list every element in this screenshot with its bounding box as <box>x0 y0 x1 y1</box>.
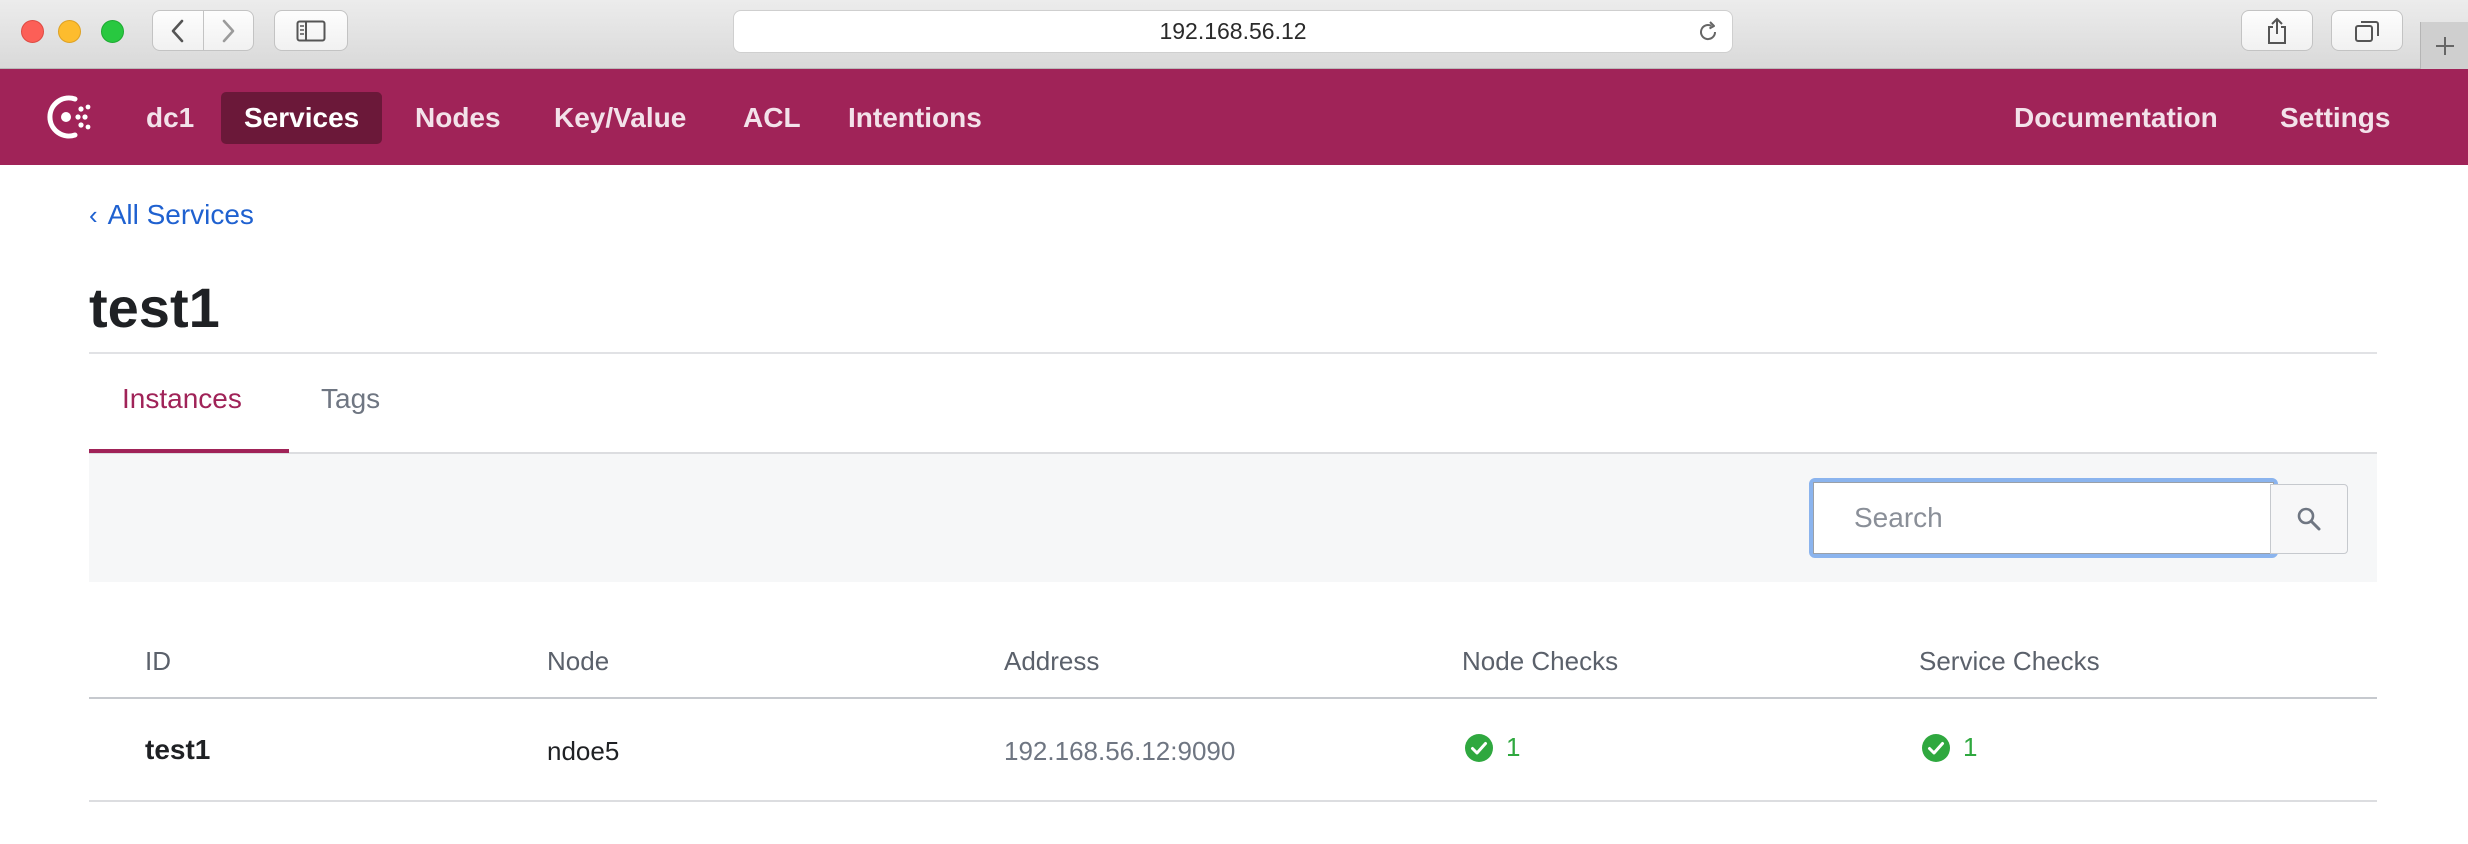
chevron-left-icon <box>171 19 184 42</box>
forward-button[interactable] <box>202 11 254 50</box>
window-close-button[interactable] <box>21 20 44 43</box>
history-navigation <box>152 10 254 51</box>
search-input[interactable] <box>1813 482 2274 554</box>
chevron-left-icon: ‹ <box>89 200 98 230</box>
divider <box>89 800 2377 802</box>
sidebar-toggle-button[interactable] <box>274 10 348 51</box>
check-circle-icon <box>1465 733 1493 762</box>
column-header-service-checks[interactable]: Service Checks <box>1919 646 2100 677</box>
datacenter-selector[interactable]: dc1 <box>146 92 194 144</box>
instance-node: ndoe5 <box>547 736 620 766</box>
tab-tags[interactable]: Tags <box>321 383 380 415</box>
divider <box>89 697 2377 699</box>
nav-item-intentions[interactable]: Intentions <box>848 92 982 144</box>
nav-item-key-value[interactable]: Key/Value <box>554 92 686 144</box>
nav-item-documentation[interactable]: Documentation <box>2014 92 2218 144</box>
sidebar-icon <box>296 20 326 41</box>
node-checks-count: 1 <box>1506 732 1521 762</box>
share-icon <box>2268 17 2286 44</box>
column-header-node[interactable]: Node <box>547 646 609 677</box>
chevron-right-icon <box>222 19 235 42</box>
nav-item-settings[interactable]: Settings <box>2280 92 2390 144</box>
instance-id[interactable]: test1 <box>145 734 210 766</box>
page-title: test1 <box>89 276 220 339</box>
instance-address: 192.168.56.12:9090 <box>1004 736 1236 766</box>
check-circle-icon <box>1922 733 1950 762</box>
share-button[interactable] <box>2241 10 2313 51</box>
column-header-node-checks[interactable]: Node Checks <box>1462 646 1618 677</box>
column-header-address[interactable]: Address <box>1004 646 1099 677</box>
url-text: 192.168.56.12 <box>1159 18 1307 44</box>
nav-item-acl[interactable]: ACL <box>743 92 801 144</box>
divider <box>89 352 2377 354</box>
breadcrumb-label: All Services <box>107 199 254 230</box>
window-minimize-button[interactable] <box>58 20 81 43</box>
search-button[interactable] <box>2270 484 2348 554</box>
service-checks-count: 1 <box>1963 732 1978 762</box>
search-icon <box>2297 507 2321 531</box>
nav-item-nodes[interactable]: Nodes <box>415 92 501 144</box>
tab-overview-button[interactable] <box>2331 10 2403 51</box>
main-navigation: dc1 Services Nodes Key/Value ACL Intenti… <box>0 69 2468 165</box>
tabs-overview-icon <box>2355 20 2379 42</box>
tab-instances[interactable]: Instances <box>122 383 242 415</box>
new-tab-button[interactable] <box>2420 22 2468 69</box>
service-checks-status: 1 <box>1921 732 1977 763</box>
search-field <box>1809 478 2278 558</box>
nav-item-services[interactable]: Services <box>221 92 383 144</box>
plus-icon <box>2436 36 2454 55</box>
window-zoom-button[interactable] <box>101 20 124 43</box>
reload-icon[interactable] <box>1696 20 1720 44</box>
address-bar[interactable]: 192.168.56.12 <box>733 10 1733 53</box>
breadcrumb-all-services[interactable]: ‹ All Services <box>89 199 254 231</box>
active-tab-indicator <box>89 449 289 453</box>
column-header-id[interactable]: ID <box>145 646 171 677</box>
node-checks-status: 1 <box>1464 732 1520 763</box>
consul-logo-icon[interactable] <box>42 91 102 148</box>
browser-toolbar: 192.168.56.12 <box>0 0 2468 69</box>
back-button[interactable] <box>153 11 203 50</box>
